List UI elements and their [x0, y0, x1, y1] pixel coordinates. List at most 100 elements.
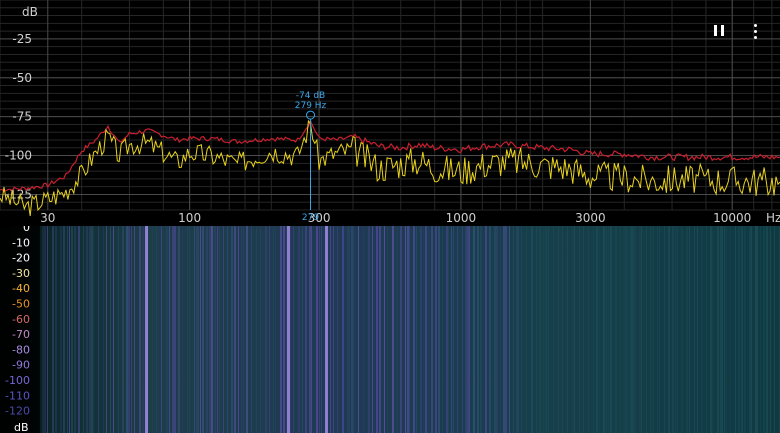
waterfall-streak — [755, 226, 757, 433]
waterfall-streak — [206, 226, 208, 433]
waterfall-streak — [675, 226, 677, 433]
y-axis-label: dB — [22, 5, 38, 19]
x-tick-label: 10000 — [713, 211, 751, 225]
waterfall-streak — [416, 226, 417, 433]
waterfall-streak — [545, 226, 547, 433]
waterfall-streak — [513, 226, 514, 433]
waterfall-streak — [131, 226, 132, 433]
waterfall-streak — [646, 226, 647, 433]
waterfall-streak — [189, 226, 190, 433]
waterfall-streak — [283, 226, 285, 433]
waterfall-streak — [342, 226, 344, 433]
waterfall-streak — [593, 226, 594, 433]
waterfall-streak — [451, 226, 452, 433]
waterfall-streak — [599, 226, 600, 433]
pause-button[interactable] — [712, 22, 728, 40]
waterfall-streak — [677, 226, 678, 433]
waterfall-streak — [305, 226, 307, 433]
waterfall-streak — [774, 226, 775, 433]
waterfall-streak — [152, 226, 153, 433]
waterfall-streak — [425, 226, 427, 433]
waterfall-streak — [122, 226, 124, 433]
peak-marker-circle[interactable] — [306, 110, 316, 120]
waterfall-background — [0, 226, 780, 433]
waterfall-streak — [413, 226, 415, 433]
waterfall-db-tick: -110 — [5, 389, 30, 402]
y-tick-label: -100 — [5, 149, 32, 163]
waterfall-streak — [720, 226, 722, 433]
waterfall-streak — [603, 226, 605, 433]
waterfall-streak — [351, 226, 353, 433]
waterfall-streak — [751, 226, 752, 433]
waterfall-db-tick: -60 — [12, 313, 30, 326]
waterfall-streak — [110, 226, 111, 433]
waterfall-streak — [103, 226, 104, 433]
waterfall-streak — [650, 226, 652, 433]
waterfall-streak — [52, 226, 54, 433]
y-tick-label: -25 — [12, 32, 32, 46]
waterfall-streak — [234, 226, 236, 433]
waterfall-streak — [548, 226, 549, 433]
waterfall-streak — [606, 226, 607, 433]
waterfall-streak — [74, 226, 76, 433]
waterfall-streak — [689, 226, 690, 433]
waterfall-streak — [298, 226, 300, 433]
waterfall-streak — [178, 226, 180, 433]
waterfall-streak — [627, 226, 628, 433]
waterfall-streak — [503, 226, 505, 433]
waterfall-streak — [55, 226, 57, 433]
waterfall-streak — [477, 226, 479, 433]
waterfall-db-tick: -10 — [12, 236, 30, 249]
waterfall-streak — [156, 226, 157, 433]
waterfall-streak — [766, 226, 768, 433]
waterfall-streak — [431, 226, 433, 433]
waterfall-streak — [668, 226, 670, 433]
waterfall-streak — [633, 226, 635, 433]
waterfall-streak — [446, 226, 448, 433]
waterfall-streak — [209, 226, 211, 433]
waterfall-streak — [161, 226, 162, 433]
waterfall-streak — [462, 226, 463, 433]
waterfall-streak — [730, 226, 731, 433]
waterfall-streak — [509, 226, 510, 433]
waterfall-streak — [438, 226, 440, 433]
waterfall-streak — [467, 226, 469, 433]
waterfall-streak — [265, 226, 267, 433]
waterfall-streak — [286, 226, 287, 433]
more-options-button[interactable] — [750, 22, 760, 40]
waterfall-streak — [473, 226, 475, 433]
waterfall-streak — [625, 226, 627, 433]
waterfall-streak — [558, 226, 559, 433]
waterfall-streak — [635, 226, 636, 433]
waterfall-streak — [89, 226, 91, 433]
waterfall-streak — [741, 226, 743, 433]
waterfall-streak — [712, 226, 714, 433]
waterfall-streak — [363, 226, 364, 433]
waterfall-db-tick: -120 — [5, 405, 30, 418]
waterfall-streak — [182, 226, 183, 433]
waterfall-streak — [302, 226, 303, 433]
pause-icon — [714, 25, 717, 36]
waterfall-streak — [608, 226, 609, 433]
waterfall-streak — [631, 226, 633, 433]
x-tick-label: 100 — [178, 211, 201, 225]
waterfall-streak — [494, 226, 496, 433]
waterfall-streak — [269, 226, 270, 433]
waterfall-streak — [86, 226, 88, 433]
waterfall-streak — [457, 226, 458, 433]
waterfall-streak — [260, 226, 261, 433]
waterfall-streak — [442, 226, 443, 433]
waterfall-streak — [113, 226, 114, 433]
waterfall-streak — [480, 226, 482, 433]
waterfall-streak — [615, 226, 617, 433]
waterfall-streak — [71, 226, 73, 433]
waterfall-streak — [521, 226, 522, 433]
waterfall-streak — [134, 226, 135, 433]
waterfall-db-tick: -100 — [5, 374, 30, 387]
waterfall-streak — [610, 226, 612, 433]
waterfall-streak — [760, 226, 761, 433]
waterfall-db-tick: -20 — [12, 252, 30, 265]
waterfall-streak — [280, 226, 282, 433]
waterfall-streak — [757, 226, 758, 433]
waterfall-streak — [536, 226, 537, 433]
